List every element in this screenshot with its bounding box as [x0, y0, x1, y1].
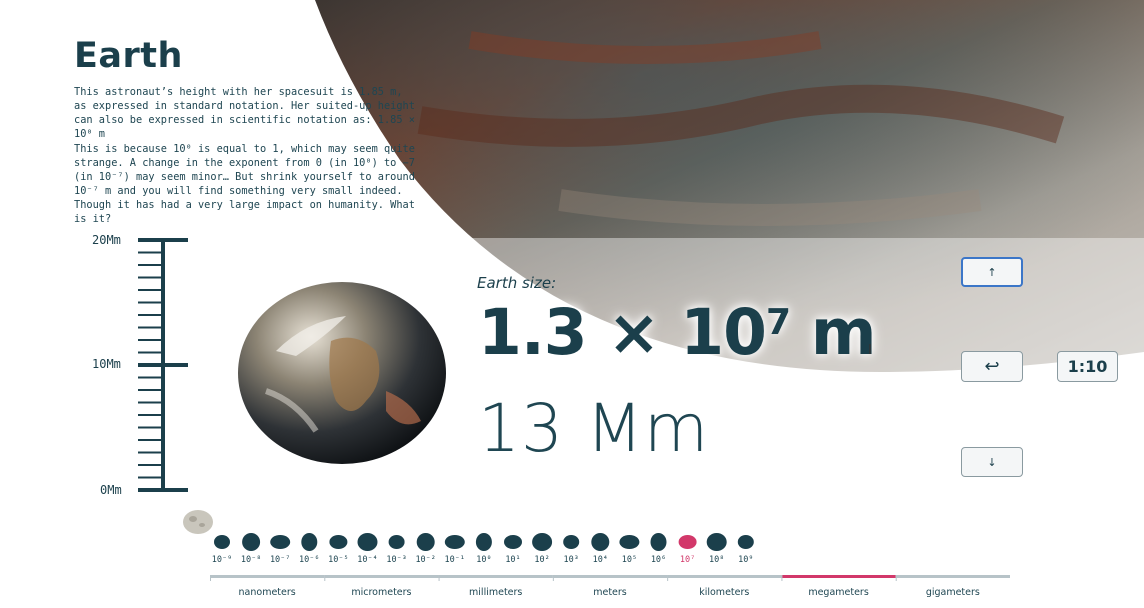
ruler-minor-tick	[138, 301, 162, 304]
unit-label-kilometers[interactable]: kilometers	[667, 587, 781, 598]
ruler-minor-tick	[138, 464, 162, 466]
ruler-minor-tick	[138, 389, 162, 391]
ruler-minor-tick	[138, 264, 162, 266]
scale-object-icon[interactable]	[475, 533, 492, 551]
scale-object-icon[interactable]	[301, 533, 318, 551]
ruler-major-tick	[138, 488, 188, 492]
zoom-down-button[interactable]: ↓	[961, 447, 1023, 477]
unit-track-divider	[781, 575, 783, 581]
scale-object-icon[interactable]	[504, 535, 522, 549]
scale-object-icon[interactable]	[532, 533, 553, 551]
ruler-minor-tick	[138, 426, 162, 429]
scale-object-icon[interactable]	[270, 535, 291, 549]
scale-object-icon[interactable]	[678, 535, 697, 549]
scale-object-icon[interactable]	[563, 535, 580, 549]
ruler-minor-tick	[138, 326, 162, 329]
unit-track-divider	[552, 575, 554, 581]
arrow-up-icon: ↑	[987, 265, 997, 279]
return-icon: ↩	[984, 356, 1000, 377]
scale-object-icon[interactable]	[706, 533, 727, 551]
ruler-minor-tick	[138, 351, 162, 354]
size-label: Earth size:	[477, 274, 557, 292]
unit-label-nanometers[interactable]: nanometers	[210, 587, 324, 598]
unit-track-segment	[210, 575, 325, 578]
earth-globe-image	[238, 282, 446, 464]
ruler-minor-tick	[138, 339, 162, 341]
scale-object-icon[interactable]	[591, 533, 610, 551]
ruler-minor-tick	[138, 314, 162, 316]
unit-label-megameters[interactable]: megameters	[781, 587, 895, 598]
standard-notation-value: 13 Mm	[478, 390, 710, 467]
ruler-minor-tick	[138, 276, 162, 279]
unit-track-segment	[552, 575, 668, 578]
unit-track-divider	[210, 575, 211, 581]
unit-label-millimeters[interactable]: millimeters	[439, 587, 553, 598]
unit-track-segment	[438, 575, 553, 578]
ruler-bottom-label: 0Mm	[100, 483, 122, 497]
ruler-minor-tick	[138, 476, 162, 479]
ruler-minor-tick	[138, 401, 162, 404]
unit-track-divider	[895, 575, 897, 581]
ruler-minor-tick	[138, 251, 162, 254]
return-button[interactable]: ↩	[961, 351, 1023, 382]
scale-object-icon[interactable]	[444, 535, 465, 549]
arrow-down-icon: ↓	[987, 455, 997, 469]
scale-object-icon[interactable]	[357, 533, 378, 551]
ruler-minor-tick	[138, 414, 162, 416]
unit-track-segment	[324, 575, 439, 578]
unit-track-divider	[438, 575, 440, 581]
ruler-minor-tick	[138, 376, 162, 379]
ruler-major-tick	[138, 238, 188, 242]
ruler-minor-tick	[138, 439, 162, 441]
ruler-top-label: 20Mm	[92, 233, 121, 247]
size-ruler	[138, 238, 188, 492]
scale-object-icon[interactable]	[416, 533, 435, 551]
ruler-minor-tick	[138, 451, 162, 454]
exponent-label[interactable]: 10⁹	[729, 555, 763, 565]
unit-label-gigameters[interactable]: gigameters	[896, 587, 1010, 598]
ruler-mid-label: 10Mm	[92, 357, 121, 371]
scale-object-icon[interactable]	[242, 533, 261, 551]
scale-object-icon[interactable]	[329, 535, 348, 549]
unit-track-segment	[781, 575, 896, 578]
scale-object-icon[interactable]	[619, 535, 640, 549]
scale-ratio-button[interactable]: 1:10	[1057, 351, 1118, 382]
unit-label-micrometers[interactable]: micrometers	[324, 587, 438, 598]
scale-object-icon[interactable]	[737, 535, 754, 549]
scale-object-icon[interactable]	[214, 535, 230, 549]
unit-label-meters[interactable]: meters	[553, 587, 667, 598]
scale-object-icon[interactable]	[650, 533, 667, 551]
text-cursor-icon: I	[868, 343, 872, 358]
unit-track-divider	[667, 575, 669, 581]
scale-object-icon[interactable]	[388, 535, 405, 549]
ruler-minor-tick	[138, 289, 162, 291]
ruler-major-tick	[138, 363, 188, 367]
zoom-up-button[interactable]: ↑	[961, 257, 1023, 287]
unit-track-segment	[667, 575, 782, 578]
scientific-notation-value: 1.3 × 107 m	[478, 296, 877, 369]
unit-track-segment	[895, 575, 1010, 578]
unit-track-divider	[324, 575, 326, 581]
